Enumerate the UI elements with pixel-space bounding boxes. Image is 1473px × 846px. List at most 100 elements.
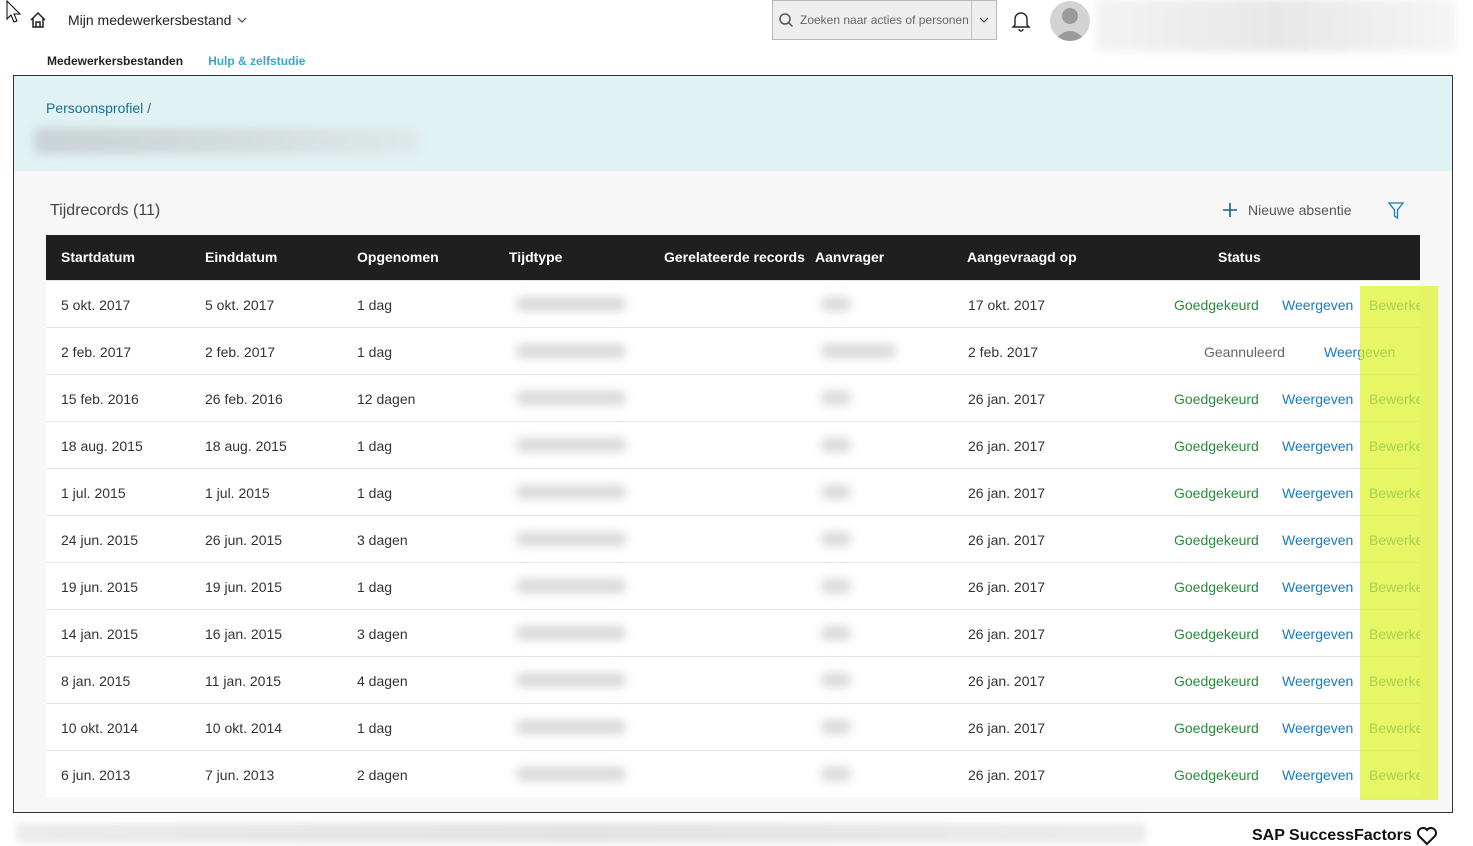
app-menu-label: Mijn medewerkersbestand	[68, 12, 232, 28]
table-row[interactable]: 8 jan. 2015 11 jan. 2015 4 dagen 26 jan. 20…	[46, 656, 1420, 703]
edit-link[interactable]: Bewerken	[1369, 391, 1420, 407]
avatar[interactable]	[1050, 1, 1090, 41]
table-row[interactable]: 18 aug. 2015 18 aug. 2015 1 dag 26 jan. 201…	[46, 421, 1420, 468]
plus-icon	[1223, 203, 1237, 217]
edit-link[interactable]: Bewerken	[1369, 579, 1420, 595]
table-row[interactable]: 10 okt. 2014 10 okt. 2014 1 dag 26 jan. 201…	[46, 703, 1420, 750]
view-link[interactable]: Weergeven	[1282, 391, 1353, 407]
table-row[interactable]: 5 okt. 2017 5 okt. 2017 1 dag 17 okt. 2017 G…	[46, 280, 1420, 327]
header-startdatum[interactable]: Startdatum	[61, 249, 135, 265]
header-aangevraagd-op[interactable]: Aangevraagd op	[967, 249, 1077, 265]
notification-bell-icon[interactable]	[1011, 10, 1031, 32]
status-badge: Geannuleerd	[1204, 344, 1285, 360]
redacted-requester	[821, 391, 851, 405]
redacted-requester	[821, 344, 896, 358]
header-status[interactable]: Status	[1218, 249, 1261, 265]
user-silhouette-icon	[1054, 8, 1086, 41]
view-link[interactable]: Weergeven	[1282, 297, 1353, 313]
cell-aangevraagd-op: 26 jan. 2017	[968, 579, 1046, 595]
edit-link[interactable]: Bewerken	[1369, 767, 1420, 783]
view-link[interactable]: Weergeven	[1282, 626, 1353, 642]
cell-startdatum: 1 jul. 2015	[61, 485, 126, 501]
cell-startdatum: 5 okt. 2017	[61, 297, 131, 313]
cell-startdatum: 15 feb. 2016	[61, 391, 139, 407]
table-row[interactable]: 24 jun. 2015 26 jun. 2015 3 dagen 26 jan. 2…	[46, 515, 1420, 562]
redacted-footer	[16, 823, 1146, 843]
table-body: 5 okt. 2017 5 okt. 2017 1 dag 17 okt. 2017 G…	[46, 280, 1420, 797]
view-link[interactable]: Weergeven	[1282, 767, 1353, 783]
view-link[interactable]: Weergeven	[1282, 673, 1353, 689]
header-opgenomen[interactable]: Opgenomen	[357, 249, 439, 265]
edit-link[interactable]: Bewerken	[1369, 673, 1420, 689]
view-link[interactable]: Weergeven	[1282, 579, 1353, 595]
section-title: Tijdrecords (11)	[50, 202, 161, 219]
view-link[interactable]: Weergeven	[1324, 344, 1395, 360]
search-icon	[778, 12, 800, 28]
cell-aangevraagd-op: 26 jan. 2017	[968, 767, 1046, 783]
view-link[interactable]: Weergeven	[1282, 485, 1353, 501]
header-einddatum[interactable]: Einddatum	[205, 249, 277, 265]
cell-aangevraagd-op: 26 jan. 2017	[968, 720, 1046, 736]
table-row[interactable]: 6 jun. 2013 7 jun. 2013 2 dagen 26 jan. 201…	[46, 750, 1420, 797]
home-icon[interactable]	[28, 10, 48, 30]
chevron-down-icon	[237, 17, 247, 23]
cell-einddatum: 26 jun. 2015	[205, 532, 283, 548]
view-link[interactable]: Weergeven	[1282, 532, 1353, 548]
status-badge: Goedgekeurd	[1174, 626, 1259, 642]
redacted-requester	[821, 673, 851, 687]
cell-opgenomen: 1 dag	[357, 297, 393, 313]
cell-aangevraagd-op: 17 okt. 2017	[968, 297, 1046, 313]
table-row[interactable]: 19 jun. 2015 19 jun. 2015 1 dag 26 jan. 201…	[46, 562, 1420, 609]
edit-link[interactable]: Bewerken	[1369, 532, 1420, 548]
table-row[interactable]: 2 feb. 2017 2 feb. 2017 1 dag 2 feb. 2017 Ge…	[46, 327, 1420, 374]
brand-logo: SAP SuccessFactors	[1252, 826, 1438, 846]
cell-einddatum: 10 okt. 2014	[205, 720, 283, 736]
cell-opgenomen: 4 dagen	[357, 673, 408, 689]
redacted-time-type	[516, 297, 626, 311]
table-row[interactable]: 1 jul. 2015 1 jul. 2015 1 dag 26 jan. 2017 G…	[46, 468, 1420, 515]
header-gerelateerde-records[interactable]: Gerelateerde records	[664, 249, 805, 265]
cell-opgenomen: 2 dagen	[357, 767, 408, 783]
table-row[interactable]: 14 jan. 2015 16 jan. 2015 3 dagen 26 jan. 2…	[46, 609, 1420, 656]
cell-aangevraagd-op: 26 jan. 2017	[968, 673, 1046, 689]
status-badge: Goedgekeurd	[1174, 391, 1259, 407]
status-badge: Goedgekeurd	[1174, 673, 1259, 689]
brand-name: SAP SuccessFactors	[1252, 827, 1412, 844]
cell-aangevraagd-op: 26 jan. 2017	[968, 438, 1046, 454]
cell-einddatum: 11 jan. 2015	[205, 673, 282, 689]
tab-employee-files[interactable]: Medewerkersbestanden	[47, 54, 183, 68]
redacted-requester	[821, 767, 851, 781]
edit-link[interactable]: Bewerken	[1369, 720, 1420, 736]
edit-link[interactable]: Bewerken	[1369, 626, 1420, 642]
status-badge: Goedgekeurd	[1174, 438, 1259, 454]
edit-link[interactable]: Bewerken	[1369, 438, 1420, 454]
cell-aangevraagd-op: 26 jan. 2017	[968, 485, 1046, 501]
cell-einddatum: 19 jun. 2015	[205, 579, 283, 595]
filter-icon[interactable]	[1388, 202, 1404, 220]
cell-startdatum: 6 jun. 2013	[61, 767, 131, 783]
search-input[interactable]	[800, 13, 970, 27]
breadcrumb-link-profile[interactable]: Persoonsprofiel	[46, 100, 143, 116]
redacted-time-type	[516, 532, 626, 546]
new-absence-button[interactable]: Nieuwe absentie	[1222, 202, 1352, 218]
mouse-cursor-icon	[6, 0, 22, 23]
cell-startdatum: 19 jun. 2015	[61, 579, 139, 595]
profile-header: Persoonsprofiel /	[14, 76, 1452, 171]
status-badge: Goedgekeurd	[1174, 720, 1259, 736]
app-menu-dropdown[interactable]: Mijn medewerkersbestand	[68, 12, 247, 28]
edit-link[interactable]: Bewerken	[1369, 485, 1420, 501]
table-row[interactable]: 15 feb. 2016 26 feb. 2016 12 dagen 26 jan. …	[46, 374, 1420, 421]
search-scope-dropdown[interactable]	[971, 1, 996, 39]
cell-aangevraagd-op: 26 jan. 2017	[968, 626, 1046, 642]
view-link[interactable]: Weergeven	[1282, 438, 1353, 454]
view-link[interactable]: Weergeven	[1282, 720, 1353, 736]
redacted-time-type	[516, 344, 626, 358]
redacted-employee-name	[34, 128, 419, 154]
breadcrumb-separator: /	[147, 100, 152, 116]
redacted-requester	[821, 438, 851, 452]
header-aanvrager[interactable]: Aanvrager	[815, 249, 884, 265]
header-tijdtype[interactable]: Tijdtype	[509, 249, 562, 265]
edit-link[interactable]: Bewerken	[1369, 297, 1420, 313]
search-box[interactable]	[772, 0, 997, 40]
tab-help[interactable]: Hulp & zelfstudie	[208, 54, 305, 68]
